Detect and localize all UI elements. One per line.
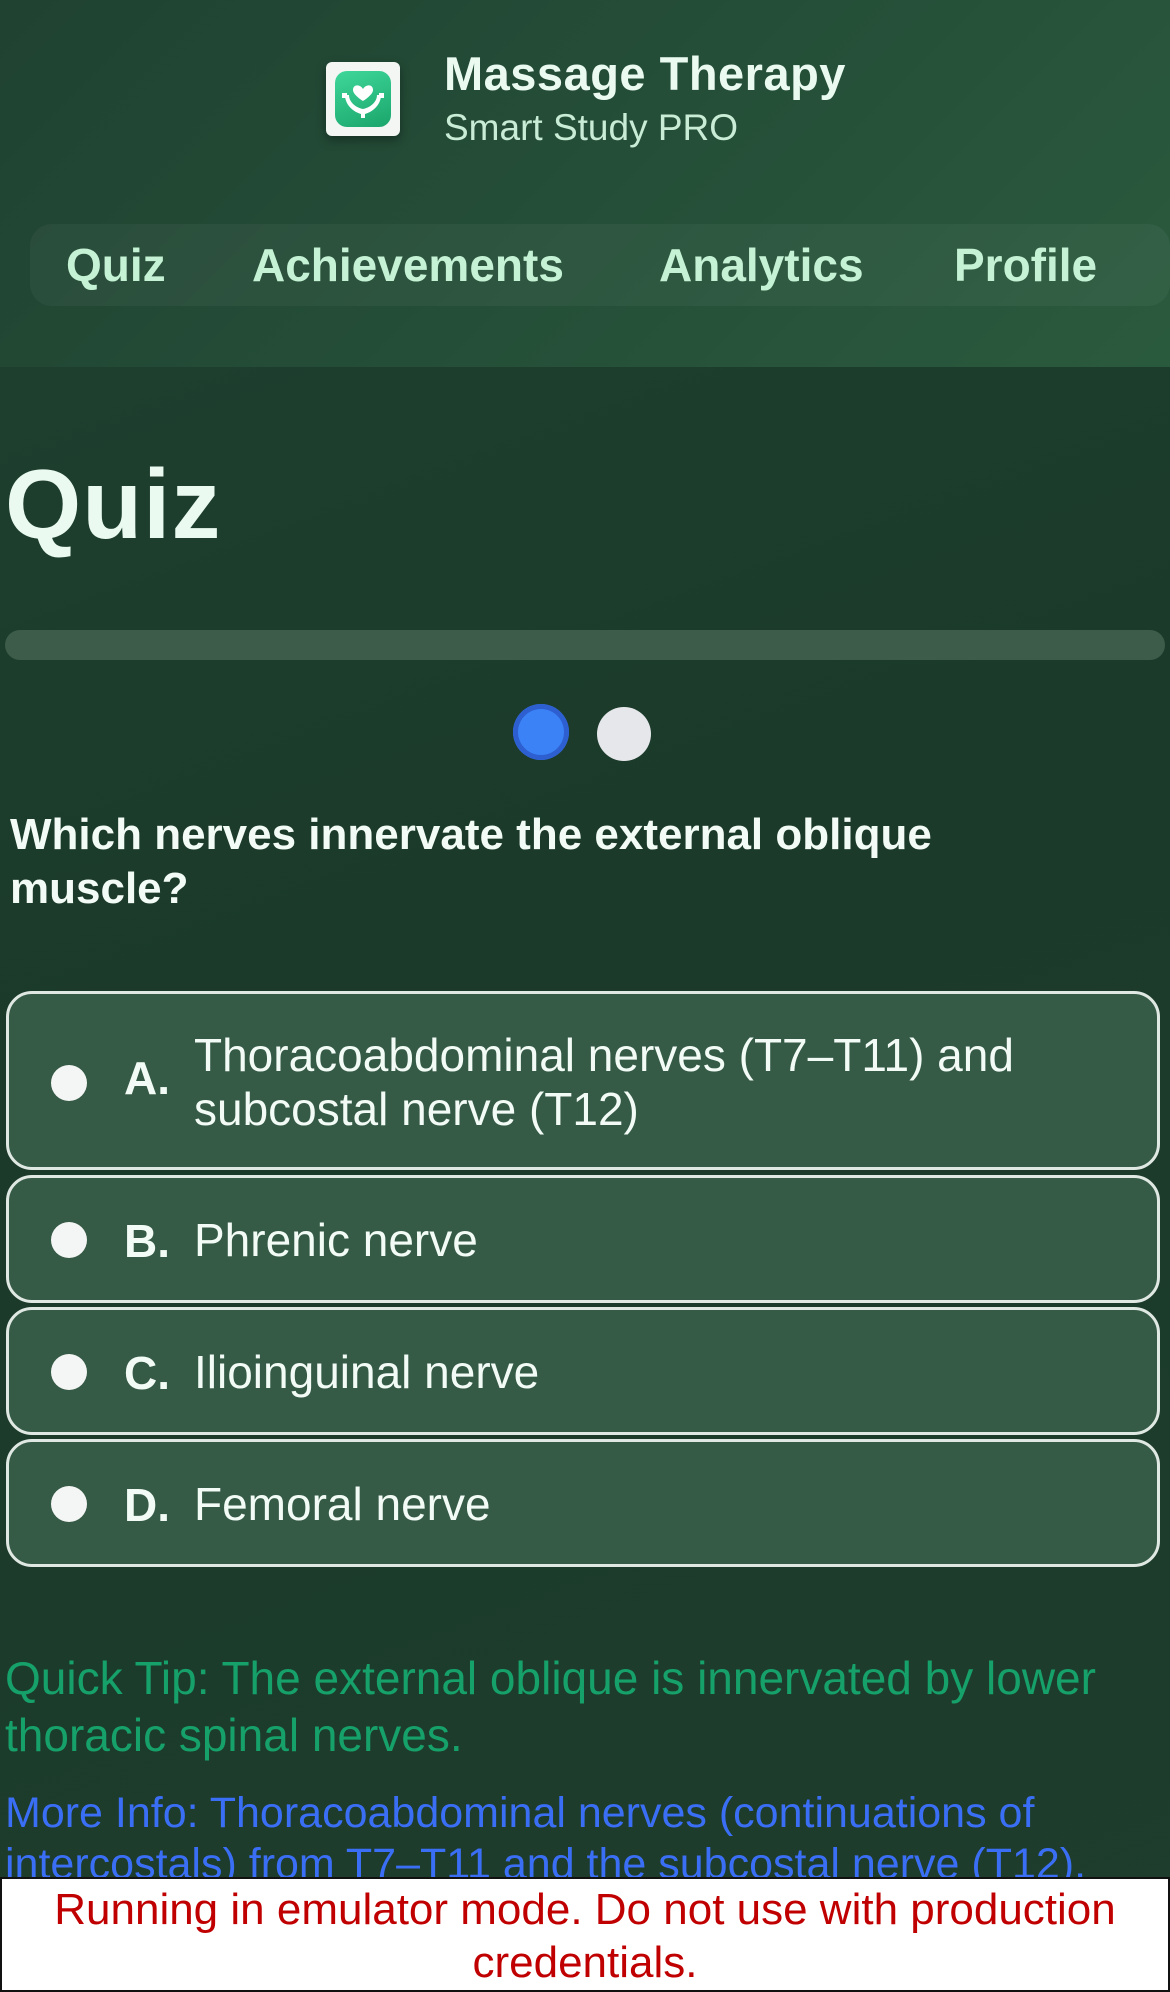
main-nav: Quiz Achievements Analytics Profile: [30, 224, 1170, 306]
answer-option-c[interactable]: C. Ilioinguinal nerve: [6, 1307, 1160, 1435]
question-text: Which nerves innervate the external obli…: [10, 810, 932, 913]
question-indicator-2[interactable]: [597, 707, 651, 761]
hands-heart-icon: [335, 71, 391, 127]
answer-option-d[interactable]: D. Femoral nerve: [6, 1439, 1160, 1567]
answer-option-b[interactable]: B. Phrenic nerve: [6, 1175, 1160, 1303]
option-letter: B.: [124, 1215, 170, 1267]
more-info: More Info: Thoracoabdominal nerves (cont…: [5, 1789, 1087, 1888]
option-text: Femoral nerve: [194, 1478, 491, 1530]
app-header: Massage Therapy Smart Study PRO Quiz Ach…: [0, 0, 1170, 367]
question-indicator-1[interactable]: [513, 704, 569, 760]
answer-option-a[interactable]: A. Thoracoabdominal nerves (T7–T11) and …: [6, 991, 1160, 1170]
option-text: Thoracoabdominal nerves (T7–T11) and sub…: [194, 1029, 1014, 1135]
option-letter: C.: [124, 1347, 170, 1399]
nav-item-analytics[interactable]: Analytics: [659, 224, 864, 306]
option-text: Phrenic nerve: [194, 1214, 478, 1266]
app-logo: [326, 62, 400, 136]
app-title: Massage Therapy: [444, 47, 846, 100]
option-letter: A.: [124, 1052, 170, 1104]
option-letter: D.: [124, 1479, 170, 1531]
emulator-warning-banner: Running in emulator mode. Do not use wit…: [0, 1877, 1170, 1992]
option-text: Ilioinguinal nerve: [194, 1346, 540, 1398]
page-title: Quiz: [5, 449, 222, 559]
nav-item-quiz[interactable]: Quiz: [66, 224, 166, 306]
quick-tip: Quick Tip: The external oblique is inner…: [5, 1652, 1096, 1761]
quiz-progress-bar: [5, 630, 1165, 660]
radio-button[interactable]: [51, 1222, 87, 1258]
nav-item-achievements[interactable]: Achievements: [252, 224, 564, 306]
nav-item-profile[interactable]: Profile: [954, 224, 1097, 306]
app-subtitle: Smart Study PRO: [444, 107, 739, 148]
radio-button[interactable]: [51, 1065, 87, 1101]
radio-button[interactable]: [51, 1486, 87, 1522]
radio-button[interactable]: [51, 1354, 87, 1390]
